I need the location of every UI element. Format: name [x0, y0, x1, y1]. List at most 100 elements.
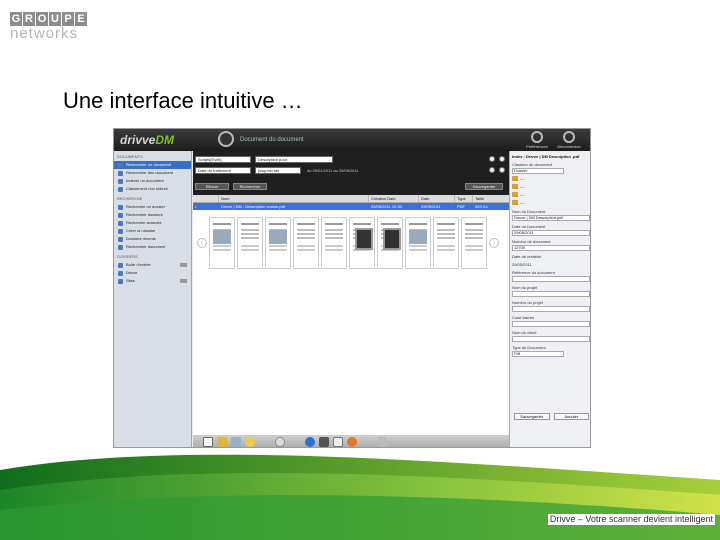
sidebar-item[interactable]: Recherche avancée: [114, 219, 191, 227]
row-size: 393 Ko: [475, 204, 488, 209]
folder-row[interactable]: ---: [512, 199, 590, 206]
chevron-right-icon[interactable]: ›: [489, 238, 499, 248]
search-field-select[interactable]: Scripts(Éveil): [195, 156, 251, 163]
page-thumbnail[interactable]: [461, 217, 487, 269]
search-button[interactable]: Rechercher: [233, 183, 267, 190]
new-folder-icon: [118, 228, 123, 234]
logo-letter: P: [62, 12, 74, 26]
folder-icon: [512, 176, 518, 181]
index-icon: [118, 178, 123, 184]
logout-label: Déconnexion: [557, 144, 581, 149]
field-input[interactable]: [512, 291, 590, 297]
field-input[interactable]: [512, 276, 590, 282]
sidebar-item[interactable]: Classement non indexé: [114, 185, 191, 193]
page-thumbnail[interactable]: [209, 217, 235, 269]
logo-letter: U: [49, 12, 61, 26]
field-input[interactable]: [512, 321, 590, 327]
field-input[interactable]: [512, 336, 590, 342]
page-thumbnail[interactable]: [265, 217, 291, 269]
sidebar-item[interactable]: Rechercher document: [114, 243, 191, 251]
sidebar-item-label: Recherche un dossier: [126, 204, 165, 209]
clear-button[interactable]: Effacer: [195, 183, 229, 190]
field-input[interactable]: Drivve | DM Description.pdf: [512, 215, 590, 221]
date-field-select[interactable]: Date du traitement: [195, 167, 251, 174]
app-header: drivveDM Document du document Préférence…: [114, 129, 590, 151]
folder-label: ---: [520, 200, 524, 205]
cancel-button[interactable]: Annuler: [553, 413, 589, 420]
save-search-button[interactable]: Sauvegarder: [465, 183, 503, 190]
column-header[interactable]: Type: [455, 195, 473, 202]
search-doc-icon: [118, 170, 123, 176]
slide-footer: Drivve – Votre scanner devient intellige…: [547, 514, 715, 525]
sidebar-item-label: Rechercher un document: [126, 162, 171, 167]
app-brand-name: drivve: [120, 133, 156, 147]
preferences-button[interactable]: Préférences: [524, 131, 550, 150]
groupe-networks-logo: G R O U P E networks: [10, 12, 100, 42]
column-header[interactable]: Date: [419, 195, 455, 202]
field-label: Nom du Document: [512, 209, 546, 214]
folder-row[interactable]: ---: [512, 175, 590, 182]
drivve-app-window: drivveDM Document du document Préférence…: [113, 128, 591, 448]
field-label: Date de création: [512, 254, 542, 259]
sidebar-item[interactable]: Dossiers récents: [114, 235, 191, 243]
sidebar-item[interactable]: Sites: [114, 277, 191, 285]
page-thumbnail[interactable]: [377, 217, 403, 269]
search-value-input[interactable]: Description pour: [255, 156, 333, 163]
sidebar-item[interactable]: Rechercher dossiers: [114, 211, 191, 219]
field-label: Code barres: [512, 315, 535, 320]
page-thumbnail[interactable]: [405, 217, 431, 269]
save-button[interactable]: Sauvegarder: [514, 413, 550, 420]
page-thumbnails: ‹ ›: [197, 214, 505, 272]
add-criterion-icon[interactable]: [499, 156, 505, 162]
table-row[interactable]: • Drivve | DM - Description voulue.pdf 2…: [193, 203, 509, 210]
sidebar-item[interactable]: Drivve: [114, 269, 191, 277]
column-header-flag: [193, 195, 219, 202]
date-range: du 29/01/2011 au 29/05/2011: [307, 168, 359, 173]
field-input[interactable]: 12700: [512, 245, 590, 251]
field-label: Numéro de document: [512, 239, 551, 244]
page-thumbnail[interactable]: [237, 217, 263, 269]
field-input[interactable]: [512, 306, 590, 312]
column-header[interactable]: Taille: [473, 195, 503, 202]
sidebar-item[interactable]: Rechercher des document: [114, 169, 191, 177]
page-thumbnail[interactable]: [293, 217, 319, 269]
column-header[interactable]: Création Date: [369, 195, 419, 202]
row-icon: •: [195, 204, 197, 209]
recent-icon: [118, 236, 123, 242]
folder-icon: [512, 184, 518, 189]
document-type-select[interactable]: Pdf: [512, 351, 564, 357]
page-thumbnail[interactable]: [433, 217, 459, 269]
sidebar-item-label: Rechercher dossiers: [126, 212, 163, 217]
search-folder-icon: [118, 204, 123, 210]
sidebar-item-label: Créer un dossier: [126, 228, 156, 233]
sidebar-item[interactable]: Rechercher un document: [114, 161, 191, 169]
folder-label: ---: [520, 184, 524, 189]
folder-label: ---: [520, 192, 524, 197]
logout-button[interactable]: Déconnexion: [556, 131, 582, 150]
folder-icon: [512, 200, 518, 205]
logo-letter: E: [75, 12, 87, 26]
logo-letter: G: [10, 12, 22, 26]
chevron-left-icon[interactable]: ‹: [197, 238, 207, 248]
folder-icon: [512, 192, 518, 197]
sidebar-item[interactable]: Boîte d'entrée: [114, 261, 191, 269]
sidebar-item[interactable]: Indexer un document: [114, 177, 191, 185]
classeur-select[interactable]: Dossier: [512, 168, 564, 174]
add-criterion-icon[interactable]: [499, 167, 505, 173]
sidebar-item[interactable]: Créer un dossier: [114, 227, 191, 235]
slide-title: Une interface intuitive …: [63, 88, 303, 113]
folder-icon: [118, 186, 123, 192]
remove-criterion-icon[interactable]: [489, 156, 495, 162]
folder-row[interactable]: ---: [512, 191, 590, 198]
page-thumbnail[interactable]: [349, 217, 375, 269]
page-thumbnail[interactable]: [321, 217, 347, 269]
sidebar-item-label: Indexer un document: [126, 178, 164, 183]
remove-criterion-icon[interactable]: [489, 167, 495, 173]
date-operator-select[interactable]: jusqu'au fait: [255, 167, 301, 174]
sidebar-section-title: DOSSIERS: [117, 254, 138, 259]
folder-row[interactable]: ---: [512, 183, 590, 190]
column-header[interactable]: Nom: [219, 195, 369, 202]
field-input[interactable]: 29/05/2011: [512, 230, 590, 236]
sidebar-item-label: Classement non indexé: [126, 186, 168, 191]
sidebar-item[interactable]: Recherche un dossier: [114, 203, 191, 211]
